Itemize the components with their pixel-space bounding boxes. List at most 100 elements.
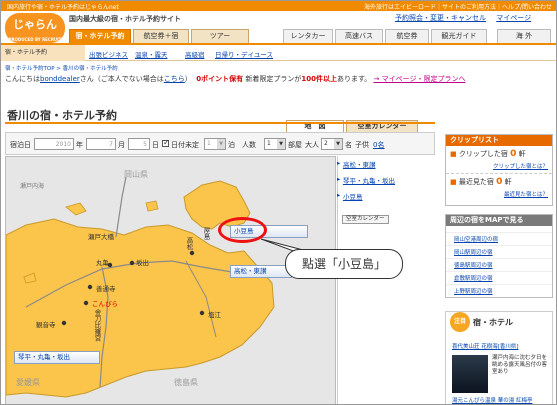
kotohira-label: こんぴら xyxy=(92,300,118,308)
mypage-link[interactable]: マイページ xyxy=(496,14,531,22)
main-tabs: 宿・ホテル予約 航空券＋宿 ツアー レンタカー 高速バス 航空券 観光ガイド 海… xyxy=(69,29,553,43)
kotohira-area-button[interactable]: 琴平・丸亀・坂出 xyxy=(14,351,100,364)
hotel-second-link[interactable]: 湯元こんぴら温泉 華の湯 紅梅亭 xyxy=(452,396,533,404)
subnav-business[interactable]: 出張ビジネス xyxy=(89,49,128,59)
tab-tour[interactable]: ツアー xyxy=(191,29,249,43)
hotel-description: 瀬戸内海に沈む夕日を眺める露天風呂付の客室あり xyxy=(492,355,548,375)
campaign-post: あります。 xyxy=(336,75,372,83)
clipped-row: ■ クリップした宿 0 軒 xyxy=(446,146,552,162)
switch-user-link[interactable]: こちら xyxy=(164,75,185,83)
featured-hotel-panel: 注目 宿・ホテル 喜代美山荘 花樹海[香川県] 瀬戸内海に沈む夕日を眺める露天風… xyxy=(445,311,553,404)
zentsuji-dot xyxy=(87,284,93,290)
kotohira-dot xyxy=(83,300,89,306)
year-input[interactable] xyxy=(34,138,74,150)
small-island xyxy=(145,200,159,212)
adults-value: 2 xyxy=(324,140,328,147)
zentsuji-label: 善通寺 xyxy=(96,285,116,293)
recent-label: 最近見た宿 xyxy=(458,178,494,186)
area-link-shodoshima[interactable]: 小豆島 xyxy=(337,191,434,201)
rooms-unit: 部屋 xyxy=(288,141,302,149)
greeting-suffix: ） xyxy=(184,75,192,83)
small-island xyxy=(65,202,87,216)
clock-icon: ■ xyxy=(450,178,457,186)
nearby-link[interactable]: 岡山駅周辺の宿 xyxy=(446,245,552,258)
day-unit: 日 xyxy=(152,141,159,149)
featured-title: 宿・ホテル xyxy=(473,318,513,327)
tokushima-label: 徳島県 xyxy=(174,378,198,387)
nearby-map-panel: 周辺の宿をMAPで見る 岡山空港周辺の宿 岡山駅周辺の宿 徳島駅周辺の宿 倉敷駅… xyxy=(445,214,553,298)
takamatsu-label: 高松 xyxy=(185,237,193,250)
breadcrumb[interactable]: 宿・ホテル予約TOP > 香川の宿・ホテル予約 xyxy=(5,64,118,72)
rooms-value: 1 xyxy=(267,140,271,147)
user-name-link[interactable]: bonddealer xyxy=(40,75,80,83)
area-link-takamatsu[interactable]: 高松・東讃 xyxy=(337,159,434,169)
subnav-dayuse[interactable]: 日帰り・デイユース xyxy=(215,49,273,59)
page-title: 香川の宿・ホテル予約 xyxy=(7,109,117,122)
header-links: 予約照会・変更・キャンセル マイページ xyxy=(387,13,531,23)
nearby-link[interactable]: 岡山空港周辺の宿 xyxy=(446,232,552,245)
calendar-button[interactable]: 空室カレンダー xyxy=(342,215,389,224)
seto-inland-sea-label: 瀬戸内海 xyxy=(20,183,45,190)
month-input[interactable] xyxy=(86,138,116,150)
top-bar-text: 国内旅行や宿・ホテル予約はじゃらんnet xyxy=(7,4,119,11)
clipped-help-link[interactable]: クリップした宿とは？ xyxy=(493,164,548,170)
subnav-luxury[interactable]: 高級宿 xyxy=(185,49,205,59)
title-divider xyxy=(5,122,435,124)
jalan-logo[interactable]: じゃらん PRODUCED BY RECRUIT xyxy=(5,13,65,43)
day-input[interactable] xyxy=(128,138,150,150)
tab-guide[interactable]: 観光ガイド xyxy=(431,29,487,43)
campaign-pre: 新着限定プランが xyxy=(245,75,302,83)
tab-air-hotel[interactable]: 航空券＋宿 xyxy=(133,29,189,43)
clipped-count: 0 xyxy=(510,149,517,159)
kanonji-dot xyxy=(61,320,67,326)
adults-select[interactable]: 2 ▼ xyxy=(321,138,343,150)
nearby-link[interactable]: 倉敷駅周辺の宿 xyxy=(446,271,552,284)
shionoe-dot xyxy=(199,310,205,316)
top-bar-links[interactable]: 海外旅行はエイビーロード｜サイトのご利用方法｜ヘルプ/問い合わせ xyxy=(364,2,552,11)
year-unit: 年 xyxy=(76,141,83,149)
recent-help-link[interactable]: 最近見た宿とは？ xyxy=(504,192,548,198)
date-label: 宿泊日 xyxy=(10,141,31,149)
nights-unit: 泊 xyxy=(228,141,235,149)
hotel-name-link[interactable]: 喜代美山荘 花樹海[香川県] xyxy=(452,342,519,350)
kagawa-map[interactable]: 岡山県 愛媛県 徳島県 瀬戸内海 瀬戸大橋 丸亀 坂出 高松 屋島 善通寺 こん… xyxy=(5,156,336,404)
nights-select[interactable]: 1 ▼ xyxy=(204,138,226,150)
chevron-down-icon: ▼ xyxy=(217,139,225,149)
chevron-down-icon: ▼ xyxy=(334,139,342,149)
hotel-photo[interactable] xyxy=(452,355,488,393)
greeting-prefix: こんにちは xyxy=(5,75,40,83)
tab-hotel[interactable]: 宿・ホテル予約 xyxy=(69,29,131,43)
nearby-link[interactable]: 徳島駅周辺の宿 xyxy=(446,258,552,271)
tab-overseas[interactable]: 海 外 xyxy=(497,29,551,43)
subnav-home[interactable]: 宿・ホテル予約 xyxy=(1,45,85,61)
adults-label: 大人 xyxy=(305,141,319,149)
search-bar: 宿泊日 年 月 日 ✓ 日付未定 1▼ 泊 人数 1▼ 部屋 大人 2▼ 名 子… xyxy=(5,132,435,155)
undecided-checkbox[interactable]: ✓ xyxy=(162,138,170,147)
nearby-link[interactable]: 上野駅周辺の宿 xyxy=(446,284,552,297)
area-link-kotohira[interactable]: 琴平・丸亀・坂出 xyxy=(337,175,434,185)
tab-air[interactable]: 航空券 xyxy=(385,29,429,43)
ehime-label: 愛媛県 xyxy=(16,378,40,387)
clipped-label: クリップした宿 xyxy=(458,150,508,158)
tab-highway-bus[interactable]: 高速バス xyxy=(335,29,383,43)
clip-list-panel: クリップリスト ■ クリップした宿 0 軒 クリップした宿とは？ ■ 最近見た宿… xyxy=(445,134,553,206)
kompira-shrine-label: 金刀比羅宮 xyxy=(93,309,101,342)
clipped-unit: 軒 xyxy=(518,150,526,158)
subnav-onsen[interactable]: 温泉・露天 xyxy=(135,49,168,59)
children-link[interactable]: 0名 xyxy=(373,140,384,150)
kagawa-mainland xyxy=(6,218,275,398)
bridge-road xyxy=(115,176,127,238)
logo-text: じゃらん xyxy=(13,18,57,31)
kanonji-label: 観音寺 xyxy=(36,321,56,329)
rooms-select[interactable]: 1 ▼ xyxy=(264,138,286,150)
top-bar: 国内旅行や宿・ホテル予約はじゃらんnet 海外旅行はエイビーロード｜サイトのご利… xyxy=(1,1,556,11)
seto-ohashi-label: 瀬戸大橋 xyxy=(88,233,114,241)
points-text: 0ポイント保有 xyxy=(196,75,244,83)
undecided-label: 日付未定 xyxy=(171,141,199,149)
kotohira-button-label: 琴平・丸亀・坂出 xyxy=(18,353,70,361)
reservation-link[interactable]: 予約照会・変更・キャンセル xyxy=(395,14,486,22)
tab-rentacar[interactable]: レンタカー xyxy=(283,29,333,43)
featured-badge: 注目 xyxy=(450,312,470,332)
takamatsu-dot xyxy=(189,250,195,256)
mypage-plan-link[interactable]: → マイページ・限定プランへ xyxy=(374,75,466,83)
